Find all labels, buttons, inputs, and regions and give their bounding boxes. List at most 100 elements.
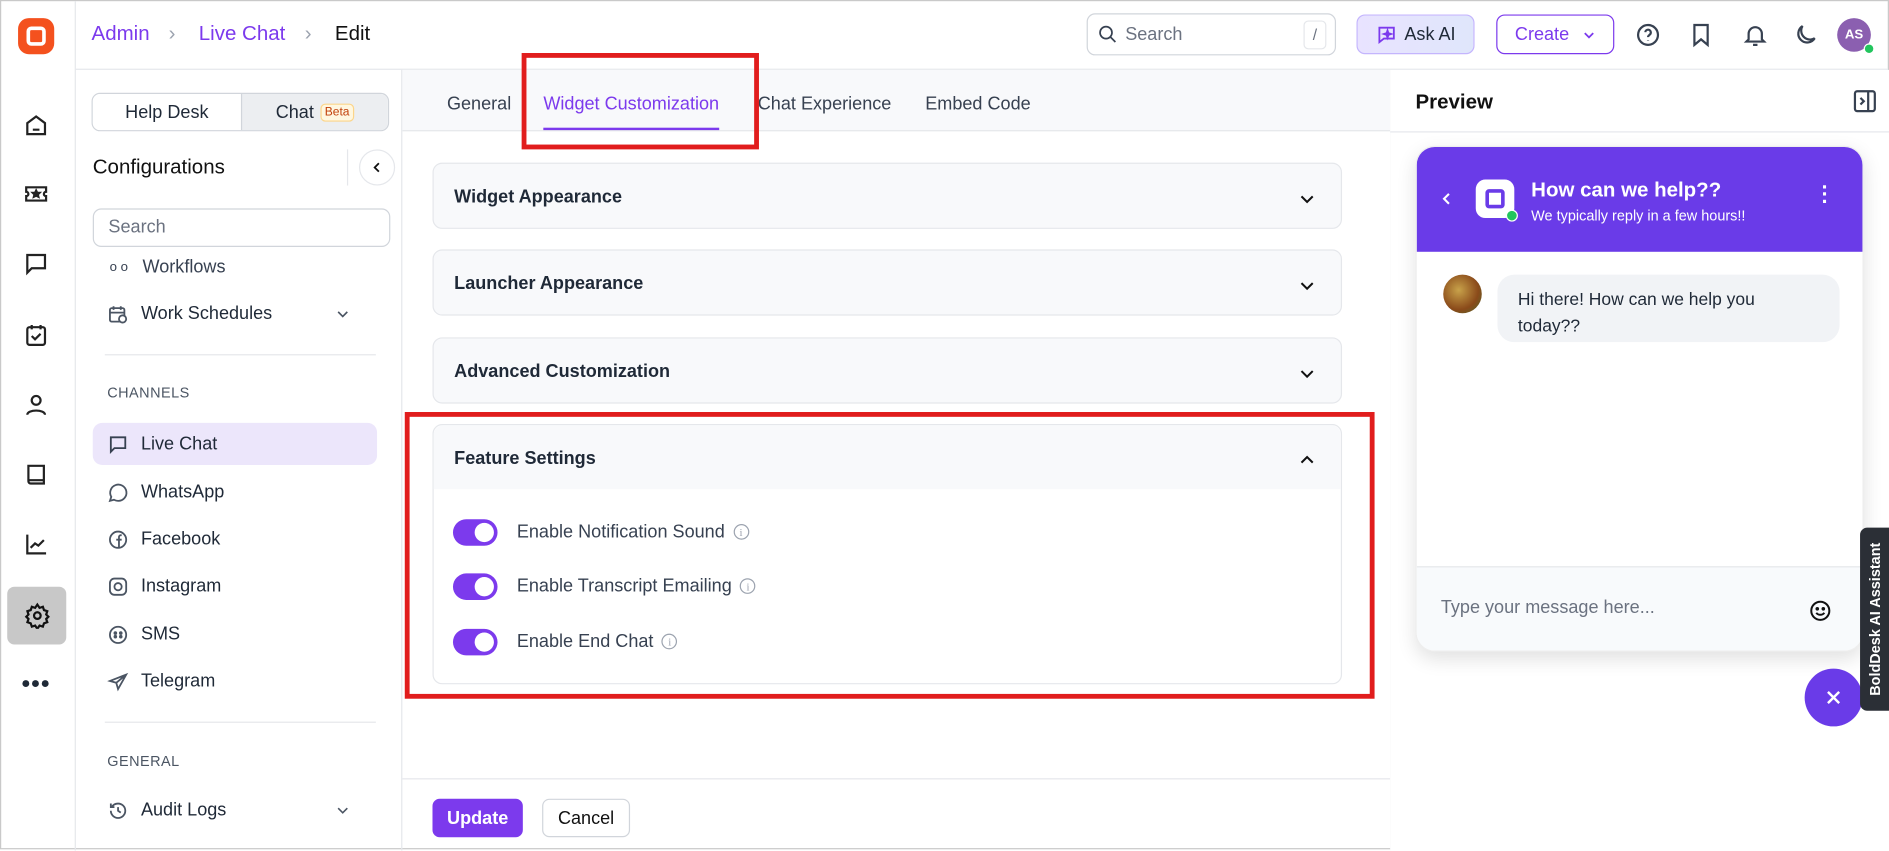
- sidebar-scroll[interactable]: o o Workflows Work Schedules CHANNELS Liv…: [76, 253, 402, 851]
- general-heading: GENERAL: [107, 752, 180, 770]
- ai-assistant-tab[interactable]: BoldDesk AI Assistant: [1860, 527, 1889, 711]
- reports-icon[interactable]: [20, 529, 51, 560]
- info-icon[interactable]: i: [661, 633, 678, 650]
- contacts-icon[interactable]: [20, 389, 51, 420]
- dark-mode-icon[interactable]: [1793, 22, 1820, 49]
- chat-bubble-icon: [109, 435, 127, 454]
- sidebar-item-label: Audit Logs: [140, 799, 227, 821]
- sidebar-item-work-schedules[interactable]: Work Schedules: [93, 293, 377, 335]
- sidebar-item-instagram[interactable]: Instagram: [93, 565, 377, 607]
- breadcrumb-admin[interactable]: Admin: [92, 22, 150, 46]
- chat-subtitle: We typically reply in a few hours!!: [1531, 207, 1746, 225]
- chat-icon[interactable]: [20, 248, 51, 279]
- info-icon[interactable]: i: [733, 524, 749, 540]
- app-logo[interactable]: [18, 18, 55, 55]
- bell-icon[interactable]: [1742, 22, 1769, 49]
- sidebar-item-label: Live Chat: [140, 433, 218, 455]
- section-launcher-appearance[interactable]: Launcher Appearance: [432, 249, 1343, 316]
- section-title: Widget Appearance: [454, 186, 623, 208]
- tab-widget-customization[interactable]: Widget Customization: [543, 94, 720, 131]
- tab-chat-experience[interactable]: Chat Experience: [758, 94, 892, 114]
- gear-icon: [24, 602, 50, 629]
- message-input-placeholder: Type your message here...: [1440, 597, 1655, 619]
- whatsapp-icon: [108, 483, 128, 502]
- more-options-icon[interactable]: · · ·: [1822, 176, 1829, 212]
- tasks-icon[interactable]: [20, 319, 51, 350]
- chevron-up-icon: [1300, 455, 1314, 464]
- ticket-icon[interactable]: [20, 178, 51, 209]
- tab-general[interactable]: General: [447, 94, 511, 114]
- preview-panel: Preview How can we help?? We typically r…: [1390, 69, 1889, 851]
- facebook-icon: [109, 530, 128, 549]
- sidebar-item-audit-logs[interactable]: Audit Logs: [93, 789, 377, 831]
- divider: [346, 149, 349, 186]
- avatar[interactable]: AS: [1837, 18, 1875, 55]
- message-text: Hi there! How can we help you today??: [1517, 290, 1755, 337]
- ai-sparkle-icon: [1378, 26, 1395, 44]
- tab-bar: General Widget Customization Chat Experi…: [402, 69, 1391, 132]
- end-chat-toggle[interactable]: [452, 628, 498, 656]
- ask-ai-button[interactable]: Ask AI: [1356, 14, 1475, 55]
- section-title: Feature Settings: [454, 448, 596, 469]
- feature-settings-header[interactable]: Feature Settings: [433, 425, 1341, 490]
- collapse-preview-icon[interactable]: [1852, 88, 1879, 115]
- sidebar-item-telegram[interactable]: Telegram: [93, 660, 377, 702]
- chevron-down-icon: [337, 807, 348, 814]
- product-toggle: Help Desk Chat Beta: [91, 92, 390, 132]
- message-input[interactable]: Type your message here...: [1416, 566, 1863, 651]
- settings-nav-active[interactable]: [7, 586, 67, 645]
- section-advanced-customization[interactable]: Advanced Customization: [432, 337, 1343, 404]
- online-status-dot: [1863, 43, 1875, 55]
- close-widget-button[interactable]: [1804, 668, 1863, 727]
- tab-embed-code[interactable]: Embed Code: [925, 94, 1030, 114]
- main-content: General Widget Customization Chat Experi…: [402, 69, 1391, 851]
- chat-widget-preview: How can we help?? We typically reply in …: [1415, 145, 1864, 652]
- chat-toggle[interactable]: Chat Beta: [240, 93, 388, 131]
- notification-sound-toggle[interactable]: [452, 519, 498, 546]
- global-search[interactable]: Search /: [1086, 13, 1337, 56]
- sidebar-item-live-chat[interactable]: Live Chat: [92, 422, 378, 466]
- knowledge-base-icon[interactable]: [20, 459, 51, 490]
- chevron-left-icon: [373, 162, 380, 173]
- sidebar-item-label: Workflows: [142, 256, 226, 278]
- avatar-initials: AS: [1844, 27, 1864, 43]
- more-icon[interactable]: •••: [20, 669, 51, 700]
- chevron-down-icon: [337, 311, 348, 318]
- chevron-right-icon: ›: [168, 21, 176, 45]
- back-icon[interactable]: [1438, 190, 1455, 207]
- create-label: Create: [1514, 24, 1570, 45]
- sidebar-item-label: WhatsApp: [140, 481, 225, 503]
- breadcrumb-live-chat[interactable]: Live Chat: [199, 22, 286, 46]
- sidebar-item-facebook[interactable]: Facebook: [93, 518, 377, 560]
- home-icon[interactable]: [20, 110, 51, 141]
- beta-badge: Beta: [319, 103, 355, 122]
- history-icon: [109, 802, 127, 819]
- feature-row: Enable Notification Sound i: [517, 522, 749, 542]
- help-desk-toggle[interactable]: Help Desk: [92, 93, 241, 131]
- sidebar-item-whatsapp[interactable]: WhatsApp: [93, 471, 377, 513]
- transcript-emailing-toggle[interactable]: [452, 573, 498, 600]
- sidebar-search-input[interactable]: Search: [92, 208, 391, 247]
- cancel-button[interactable]: Cancel: [542, 798, 631, 838]
- chevron-down-icon: [1300, 370, 1314, 379]
- sidebar-search-placeholder: Search: [108, 216, 166, 238]
- agent-avatar: [1443, 274, 1482, 314]
- update-button[interactable]: Update: [432, 798, 523, 838]
- bookmark-icon[interactable]: [1688, 22, 1715, 49]
- help-icon[interactable]: [1635, 22, 1662, 49]
- chat-label: Chat: [275, 101, 314, 123]
- sidebar-item-workflows[interactable]: o o Workflows: [93, 253, 377, 288]
- calendar-clock-icon: [109, 305, 128, 323]
- emoji-icon[interactable]: [1808, 599, 1832, 623]
- create-button[interactable]: Create: [1496, 14, 1615, 55]
- instagram-icon: [109, 577, 128, 596]
- info-icon[interactable]: i: [740, 578, 756, 594]
- search-icon: [1099, 25, 1117, 43]
- collapse-sidebar-button[interactable]: [359, 149, 396, 186]
- breadcrumb-edit: Edit: [334, 21, 371, 45]
- section-widget-appearance[interactable]: Widget Appearance: [432, 162, 1343, 229]
- preview-title: Preview: [1415, 90, 1493, 114]
- sidebar-item-sms[interactable]: SMS: [93, 613, 377, 655]
- sidebar-item-label: Facebook: [140, 528, 221, 550]
- chat-title: How can we help??: [1531, 178, 1722, 202]
